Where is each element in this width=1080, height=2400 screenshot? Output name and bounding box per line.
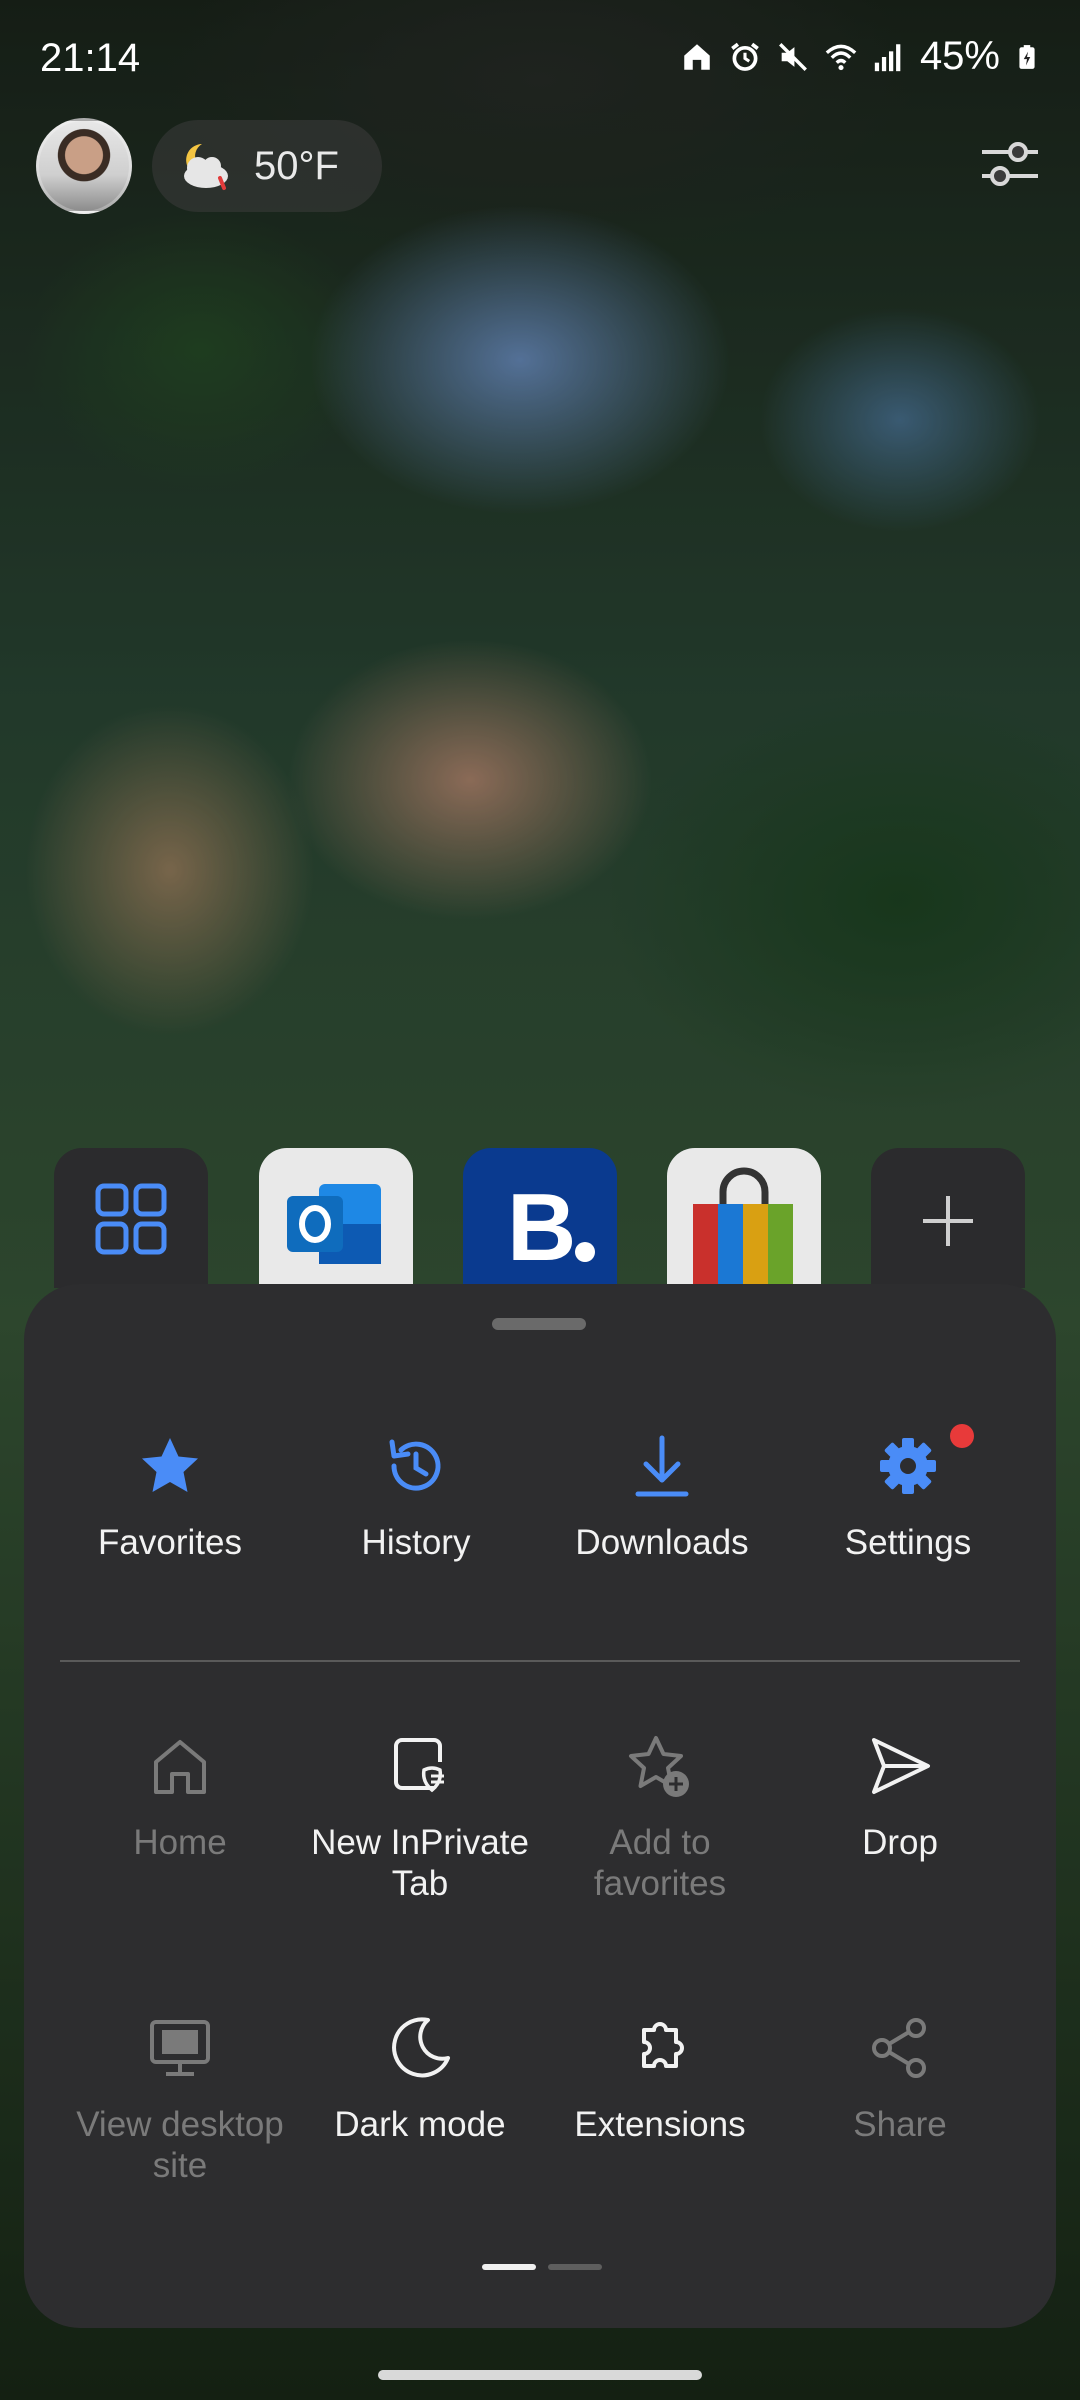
gear-icon bbox=[880, 1438, 936, 1494]
menu-home[interactable]: Home bbox=[55, 1730, 305, 1863]
home-icon bbox=[154, 1740, 206, 1794]
menu-favorites[interactable]: Favorites bbox=[45, 1430, 295, 1563]
menu-drop[interactable]: Drop bbox=[775, 1730, 1025, 1863]
quick-link-outlook[interactable] bbox=[259, 1148, 413, 1288]
puzzle-icon bbox=[642, 2022, 684, 2068]
menu-dark-mode[interactable]: Dark mode bbox=[295, 2012, 545, 2145]
moon-icon bbox=[392, 2017, 450, 2078]
weather-temperature: 50°F bbox=[254, 143, 339, 188]
history-icon bbox=[389, 1439, 441, 1491]
menu-new-inprivate-tab[interactable]: New InPrivate Tab bbox=[295, 1730, 545, 1904]
menu-new-inprivate-tab-label: New InPrivate Tab bbox=[311, 1823, 529, 1903]
menu-history-label: History bbox=[361, 1523, 471, 1562]
page-indicator-active bbox=[482, 2264, 536, 2270]
status-time: 21:14 bbox=[40, 36, 141, 80]
menu-dark-mode-label: Dark mode bbox=[334, 2105, 506, 2144]
menu-settings-label: Settings bbox=[844, 1523, 972, 1562]
send-icon bbox=[872, 1738, 930, 1794]
customize-icon[interactable] bbox=[978, 136, 1042, 192]
download-icon bbox=[635, 1435, 689, 1497]
gesture-nav-bar[interactable] bbox=[378, 2370, 702, 2380]
status-icons: 45% bbox=[680, 34, 1040, 79]
star-add-icon bbox=[629, 1736, 689, 1797]
menu-home-label: Home bbox=[133, 1823, 227, 1862]
battery-charging-icon bbox=[1019, 44, 1035, 69]
booking-icon: B bbox=[507, 1174, 595, 1281]
menu-add-to-favorites[interactable]: Add to favorites bbox=[535, 1730, 785, 1904]
weather-widget[interactable]: 50°F bbox=[152, 120, 382, 212]
outlook-icon bbox=[287, 1184, 381, 1264]
status-bar: 21:14 45% bbox=[0, 0, 1080, 120]
signal-icon bbox=[874, 43, 901, 71]
settings-notification-badge bbox=[950, 1424, 974, 1448]
wifi-icon bbox=[825, 44, 857, 70]
svg-text:B: B bbox=[507, 1174, 576, 1281]
star-icon bbox=[142, 1438, 198, 1492]
menu-history[interactable]: History bbox=[291, 1430, 541, 1563]
home-icon bbox=[684, 43, 710, 70]
quick-link-add[interactable] bbox=[871, 1148, 1025, 1288]
browser-menu-sheet: Favorites History Downloads Settings Hom… bbox=[24, 1284, 1056, 2328]
menu-divider bbox=[60, 1660, 1020, 1662]
shopping-bag-icon bbox=[693, 1167, 793, 1288]
menu-add-to-favorites-label: Add to favorites bbox=[593, 1823, 727, 1903]
menu-downloads[interactable]: Downloads bbox=[537, 1430, 787, 1563]
menu-view-desktop-site-label: View desktop site bbox=[76, 2105, 284, 2185]
partly-cloudy-night-icon bbox=[184, 144, 228, 190]
menu-extensions[interactable]: Extensions bbox=[535, 2012, 785, 2145]
mute-icon bbox=[778, 42, 807, 71]
quick-link-booking[interactable]: B bbox=[463, 1148, 617, 1288]
menu-view-desktop-site[interactable]: View desktop site bbox=[55, 2012, 305, 2186]
sheet-drag-handle[interactable] bbox=[492, 1318, 586, 1330]
quick-link-apps[interactable] bbox=[54, 1148, 208, 1288]
grid-icon bbox=[95, 1183, 167, 1255]
inprivate-tab-icon bbox=[394, 1738, 444, 1793]
desktop-icon bbox=[150, 2020, 210, 2076]
menu-share[interactable]: Share bbox=[775, 2012, 1025, 2145]
alarm-icon bbox=[731, 42, 759, 71]
menu-downloads-label: Downloads bbox=[575, 1523, 749, 1562]
menu-drop-label: Drop bbox=[862, 1823, 938, 1862]
profile-avatar[interactable] bbox=[36, 118, 132, 214]
menu-share-label: Share bbox=[853, 2105, 947, 2144]
page-indicator-inactive bbox=[548, 2264, 602, 2270]
plus-icon bbox=[923, 1196, 973, 1246]
share-icon bbox=[872, 2018, 926, 2078]
menu-settings[interactable]: Settings bbox=[783, 1424, 1033, 1563]
quick-link-shopping[interactable] bbox=[667, 1148, 821, 1288]
battery-percent: 45% bbox=[919, 34, 1000, 78]
menu-favorites-label: Favorites bbox=[98, 1523, 242, 1562]
menu-extensions-label: Extensions bbox=[574, 2105, 746, 2144]
